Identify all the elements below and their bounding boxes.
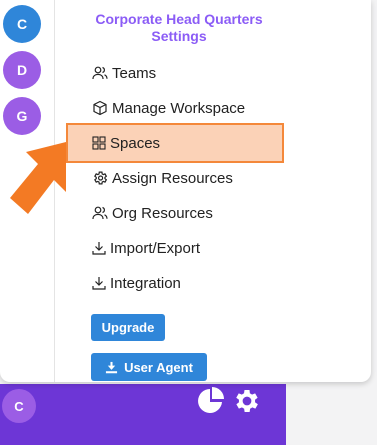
panel-title: Corporate Head Quarters Settings [60, 11, 298, 45]
menu-item-assign-resources[interactable]: Assign Resources [92, 166, 292, 190]
upgrade-button[interactable]: Upgrade [91, 314, 165, 341]
workspace-avatar[interactable]: C [2, 389, 36, 423]
workspace-avatar-c[interactable]: C [3, 5, 41, 43]
menu-item-spaces[interactable]: Spaces [92, 131, 292, 155]
menu-item-label: Org Resources [112, 204, 213, 222]
menu-item-teams[interactable]: Teams [92, 61, 292, 85]
menu-item-label: Spaces [110, 134, 161, 152]
user-agent-label: User Agent [124, 359, 193, 375]
workspace-avatar-g[interactable]: G [3, 97, 41, 135]
download-icon [92, 242, 106, 255]
gear-icon [94, 171, 108, 185]
pointer-arrow-icon [10, 142, 66, 214]
grid-icon [92, 136, 106, 150]
settings-gear-icon[interactable] [232, 386, 262, 421]
user-agent-button[interactable]: User Agent [91, 353, 207, 381]
pie-chart-icon[interactable] [196, 386, 226, 421]
menu-item-label: Teams [112, 64, 157, 82]
panel-title-line1: Corporate Head Quarters [95, 11, 263, 27]
workspace-avatar-d[interactable]: D [3, 51, 41, 89]
workspace-bottom-bar: C [0, 384, 286, 445]
users-icon [92, 66, 108, 80]
panel-title-line2: Settings [151, 28, 207, 44]
download-icon [105, 361, 118, 373]
menu-item-label: Assign Resources [112, 169, 233, 187]
menu-item-manage-workspace[interactable]: Manage Workspace [92, 96, 292, 120]
menu-item-label: Import/Export [110, 239, 201, 257]
cube-icon [93, 100, 107, 116]
users-icon [92, 206, 108, 220]
menu-item-label: Integration [110, 274, 181, 292]
download-icon [92, 277, 106, 290]
menu-item-org-resources[interactable]: Org Resources [92, 201, 292, 225]
menu-item-import-export[interactable]: Import/Export [92, 236, 292, 260]
menu-item-integration[interactable]: Integration [92, 271, 292, 295]
menu-item-label: Manage Workspace [112, 99, 246, 117]
